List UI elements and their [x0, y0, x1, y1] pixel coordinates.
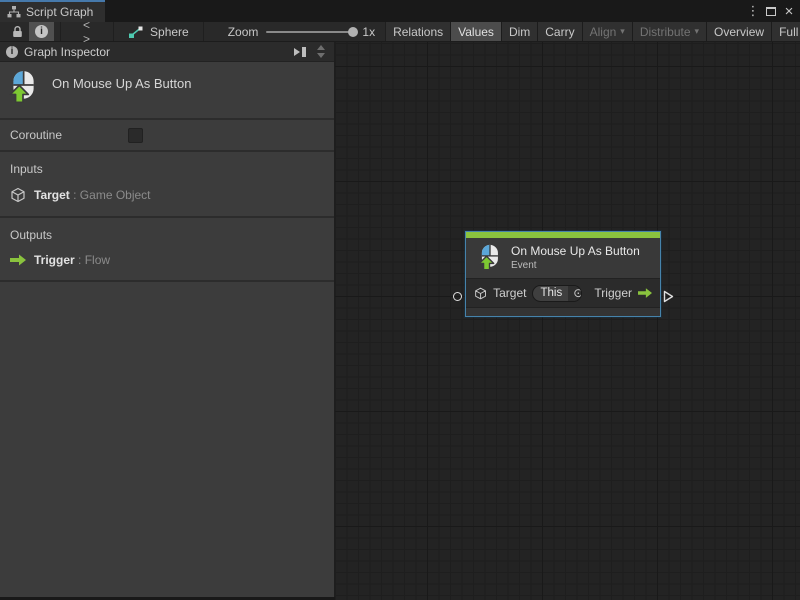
toolbar-button-overview[interactable]: Overview — [707, 22, 773, 41]
graph-owner-group: Sphere — [114, 22, 204, 41]
graph-owner-label[interactable]: Sphere — [150, 25, 189, 39]
target-value: This — [540, 286, 563, 299]
scrub-up-icon[interactable] — [317, 45, 325, 50]
window-content: i Graph Inspector On Mouse Up As Button … — [0, 42, 800, 600]
toolbar-button-values[interactable]: Values — [451, 22, 502, 41]
self-target-icon: ⊙ — [568, 285, 582, 301]
outputs-section: Outputs Trigger : Flow — [0, 218, 334, 282]
flow-arrow-icon — [10, 254, 26, 266]
node-footer — [466, 307, 660, 316]
graph-asset-icon — [129, 26, 143, 38]
lock-button[interactable] — [6, 22, 29, 41]
graph-inspector-panel: i Graph Inspector On Mouse Up As Button … — [0, 42, 335, 597]
toolbar-buttons: Relations Values Dim Carry Align ▾ Distri… — [386, 22, 800, 41]
lock-icon — [13, 26, 22, 37]
node-title: On Mouse Up As Button — [511, 244, 640, 258]
target-value-pill[interactable]: This ⊙ — [532, 284, 583, 302]
zoom-label: Zoom — [227, 24, 259, 39]
toolbar-button-fullscreen[interactable]: Full Screen — [772, 22, 800, 41]
coroutine-label: Coroutine — [10, 128, 63, 142]
node-header[interactable]: On Mouse Up As Button Event — [466, 238, 660, 278]
unit-title: On Mouse Up As Button — [52, 76, 192, 91]
input-row-target: Target : Game Object — [0, 184, 334, 206]
info-icon: i — [6, 45, 18, 58]
flow-arrow-icon — [638, 288, 652, 298]
toolbar-button-distribute: Distribute ▾ — [632, 22, 708, 41]
coroutine-checkbox[interactable] — [128, 127, 143, 143]
unit-title-section: On Mouse Up As Button — [0, 62, 334, 120]
chevron-down-icon: ▾ — [620, 26, 625, 36]
node-ports-row: Target This ⊙ Trigger — [466, 278, 660, 307]
graph-toolbar: i < > Sphere Zoom 1x Relations Values Di… — [0, 18, 800, 46]
scrub-down-icon[interactable] — [317, 53, 325, 58]
inputs-section: Inputs Target : Game Object — [0, 152, 334, 218]
zoom-slider-handle[interactable] — [348, 26, 359, 37]
coroutine-row: Coroutine — [0, 120, 334, 152]
window-close-icon[interactable]: × — [782, 3, 796, 20]
zoom-slider[interactable] — [266, 26, 359, 37]
mouse-up-icon — [478, 244, 498, 271]
toolbar-button-align: Align ▾ — [582, 22, 633, 41]
game-object-cube-icon — [11, 187, 25, 203]
game-object-cube-icon — [475, 287, 486, 299]
script-graph-window: Script Graph ⋮ × i < > Sphere Zoom 1x Re… — [0, 0, 800, 600]
code-group: < > — [61, 18, 115, 46]
toolbar-button-carry[interactable]: Carry — [538, 22, 583, 41]
output-row-trigger: Trigger : Flow — [0, 250, 334, 270]
output-connection-port[interactable] — [663, 290, 674, 303]
toolbar-button-relations[interactable]: Relations — [386, 22, 452, 41]
output-name: Trigger — [34, 253, 75, 267]
graph-inspector-header: i Graph Inspector — [0, 42, 334, 62]
target-port-label: Target — [493, 286, 527, 300]
info-icon: i — [35, 25, 48, 38]
chevron-down-icon: ▾ — [694, 26, 700, 36]
window-maximize-icon[interactable] — [766, 6, 776, 16]
input-name: Target — [34, 188, 70, 202]
inputs-header: Inputs — [10, 162, 43, 176]
tab-bar: Script Graph ⋮ × — [0, 0, 800, 22]
window-menu-icon[interactable]: ⋮ — [746, 3, 760, 19]
trigger-port-label: Trigger — [594, 286, 632, 300]
input-type: : Game Object — [73, 188, 151, 202]
mouse-up-icon — [9, 71, 34, 104]
window-controls: ⋮ × — [746, 0, 796, 22]
event-node-on-mouse-up-as-button[interactable]: On Mouse Up As Button Event Target This … — [453, 231, 674, 317]
panel-scrubber[interactable] — [314, 43, 328, 60]
zoom-value: 1x — [362, 24, 376, 39]
dock-panel-icon[interactable] — [292, 46, 308, 58]
graph-hierarchy-icon — [7, 6, 21, 18]
graph-canvas[interactable]: On Mouse Up As Button Event Target This … — [335, 42, 800, 600]
output-type: : Flow — [78, 253, 111, 267]
node-subtitle: Event — [511, 260, 537, 271]
outputs-header: Outputs — [10, 228, 53, 242]
inspector-toggle-button[interactable]: i — [29, 22, 54, 41]
lock-group: i — [0, 22, 61, 41]
graph-inspector-title: Graph Inspector — [24, 44, 111, 59]
zoom-group: Zoom 1x — [204, 22, 387, 41]
input-connection-port[interactable] — [453, 292, 462, 301]
toolbar-button-dim[interactable]: Dim — [501, 22, 539, 41]
